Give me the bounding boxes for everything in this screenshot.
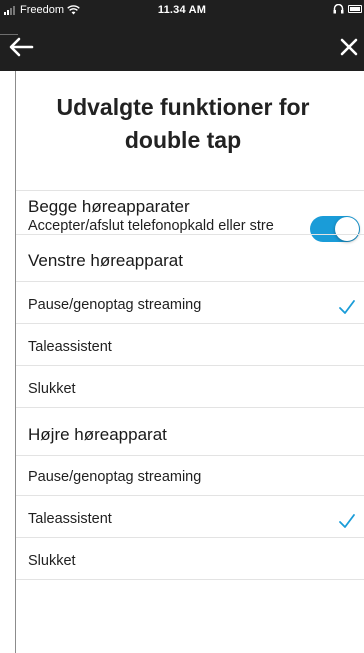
pointer-line [0, 34, 18, 35]
close-icon[interactable] [338, 36, 360, 58]
arrow-left-icon[interactable] [8, 36, 34, 58]
right-option-pause-streaming[interactable]: Pause/genoptag streaming [28, 469, 201, 485]
left-option-off[interactable]: Slukket [28, 381, 76, 397]
right-option-voice-assistant[interactable]: Taleassistent [28, 511, 112, 527]
left-option-pause-streaming[interactable]: Pause/genoptag streaming [28, 297, 201, 313]
section-heading-left: Venstre høreapparat [28, 251, 183, 270]
checkmark-icon [339, 300, 355, 314]
calls-streaming-toggle[interactable] [310, 216, 360, 242]
divider [16, 190, 364, 191]
divider [16, 281, 364, 282]
page-title: Udvalgte funktioner for double tap [56, 94, 310, 153]
status-bar: Freedom 11.34 AM [0, 0, 364, 22]
checkmark-icon [339, 514, 355, 528]
right-option-off[interactable]: Slukket [28, 553, 76, 569]
hearing-aid-icon [333, 4, 344, 14]
battery-icon [348, 5, 362, 13]
toggle-knob [335, 217, 359, 241]
section-heading-right: Højre høreapparat [28, 425, 167, 444]
section-heading-both: Begge høreapparater [28, 197, 190, 216]
top-bar: Freedom 11.34 AM [0, 0, 364, 71]
divider [16, 579, 364, 580]
divider [16, 234, 364, 235]
divider [16, 495, 364, 496]
left-option-voice-assistant[interactable]: Taleassistent [28, 339, 112, 355]
divider [16, 407, 364, 408]
divider [16, 323, 364, 324]
divider [16, 365, 364, 366]
divider [16, 537, 364, 538]
status-time: 11.34 AM [157, 4, 207, 16]
settings-sheet: Udvalgte funktioner for double tap Begge… [15, 71, 364, 653]
status-right [333, 4, 362, 14]
toggle-label-calls: Accepter/afslut telefonopkald eller stre [28, 218, 274, 234]
divider [16, 455, 364, 456]
